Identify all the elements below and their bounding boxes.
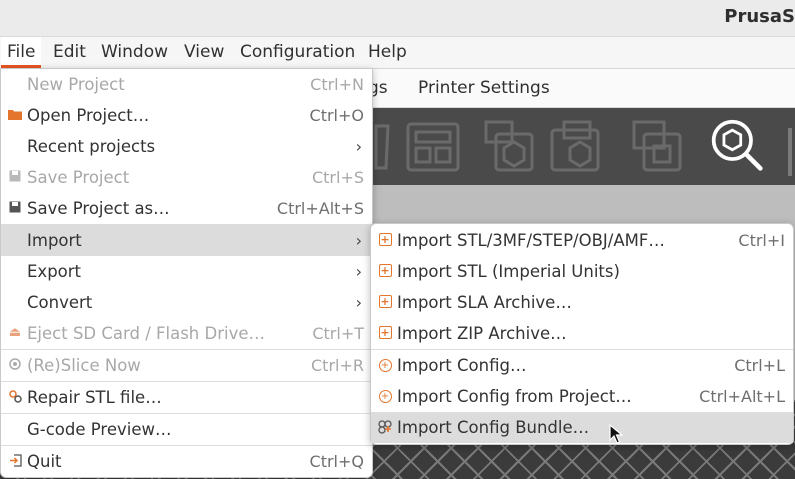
menu-item-shortcut: Ctrl+Q: [309, 452, 364, 471]
menu-item-import-zip-archive[interactable]: + Import ZIP Archive…: [371, 318, 793, 349]
arrange-icon[interactable]: [404, 118, 462, 174]
menu-item-label: Import STL (Imperial Units): [397, 262, 620, 281]
menu-bar: File Edit Window View Configuration Help: [0, 37, 795, 69]
import-plus-icon: +: [378, 295, 392, 308]
menu-item-label: Import SLA Archive…: [397, 293, 572, 312]
menu-edit[interactable]: Edit: [47, 37, 92, 68]
menu-item-gcode-preview[interactable]: G-code Preview…: [1, 414, 372, 445]
menu-item-eject[interactable]: ⏏ Eject SD Card / Flash Drive… Ctrl+T: [1, 318, 372, 349]
import-plus-icon: +: [378, 326, 392, 339]
menu-item-label: Import Config…: [397, 356, 527, 375]
search-icon[interactable]: [708, 118, 766, 174]
menu-item-label: Save Project as…: [27, 199, 170, 218]
menu-item-open-project[interactable]: Open Project… Ctrl+O: [1, 100, 372, 131]
chevron-right-icon: ›: [355, 262, 362, 281]
menu-item-shortcut: Ctrl+S: [311, 168, 364, 187]
menu-item-label: Import Config from Project…: [397, 387, 632, 406]
menu-item-label: Import: [27, 231, 82, 250]
menu-view[interactable]: View: [178, 37, 230, 68]
menu-item-label: Quit: [27, 452, 62, 471]
save-icon: [8, 201, 22, 215]
mouse-cursor-icon: [609, 424, 623, 444]
copy-icon[interactable]: [482, 118, 540, 174]
menu-item-label: Import STL/3MF/STEP/OBJ/AMF…: [397, 231, 665, 250]
chevron-right-icon: ›: [355, 231, 362, 250]
import-plus-icon: +: [378, 233, 392, 246]
menu-item-shortcut: Ctrl+T: [312, 324, 364, 343]
menu-item-shortcut: Ctrl+Alt+S: [276, 199, 364, 218]
import-submenu: + Import STL/3MF/STEP/OBJ/AMF… Ctrl+I + …: [370, 223, 794, 445]
menu-help[interactable]: Help: [362, 37, 413, 68]
exit-icon: [8, 454, 22, 468]
instance-icon[interactable]: [630, 118, 688, 174]
slice-icon: [8, 358, 22, 372]
menu-item-import-config-bundle[interactable]: Import Config Bundle…: [371, 412, 793, 443]
menu-item-convert[interactable]: Convert ›: [1, 287, 372, 318]
menu-item-label: G-code Preview…: [27, 420, 172, 439]
chevron-right-icon: ›: [355, 293, 362, 312]
menu-item-label: Import ZIP Archive…: [397, 324, 567, 343]
menu-item-label: Import Config Bundle…: [397, 418, 590, 437]
menu-item-shortcut: Ctrl+O: [309, 106, 364, 125]
menu-item-label: Eject SD Card / Flash Drive…: [27, 324, 265, 343]
eject-icon: ⏏: [8, 325, 22, 340]
menu-item-quit[interactable]: Quit Ctrl+Q: [1, 446, 372, 477]
menu-item-label: Recent projects: [27, 137, 156, 156]
menu-item-label: Convert: [27, 293, 93, 312]
menu-item-shortcut: Ctrl+I: [738, 231, 785, 250]
menu-item-import-config[interactable]: + Import Config… Ctrl+L: [371, 350, 793, 381]
menu-item-import-config-from-project[interactable]: + Import Config from Project… Ctrl+Alt+L: [371, 381, 793, 412]
menu-item-shortcut: Ctrl+L: [734, 356, 785, 375]
tab-printer-settings[interactable]: Printer Settings: [418, 69, 550, 107]
menu-item-export[interactable]: Export ›: [1, 256, 372, 287]
menu-item-save-project[interactable]: Save Project Ctrl+S: [1, 162, 372, 193]
chevron-right-icon: ›: [355, 137, 362, 156]
menu-item-shortcut: Ctrl+N: [310, 75, 364, 94]
menu-item-repair-stl[interactable]: Repair STL file…: [1, 382, 372, 413]
import-config-icon: +: [378, 389, 392, 403]
import-config-icon: +: [378, 358, 392, 372]
toolbar-divider: [788, 128, 792, 176]
menu-item-import-stl-imperial[interactable]: + Import STL (Imperial Units): [371, 256, 793, 287]
menu-item-shortcut: Ctrl+Alt+L: [699, 387, 785, 406]
menu-item-recent-projects[interactable]: Recent projects ›: [1, 131, 372, 162]
menu-item-import[interactable]: Import ›: [1, 225, 372, 256]
menu-configuration[interactable]: Configuration: [234, 37, 361, 68]
menu-item-label: Export: [27, 262, 82, 281]
menu-item-label: Repair STL file…: [27, 388, 162, 407]
window-title: PrusaS: [724, 6, 795, 27]
paste-icon[interactable]: [548, 118, 606, 174]
menu-window[interactable]: Window: [95, 37, 174, 68]
save-icon: [8, 170, 22, 184]
title-bar: PrusaS: [0, 0, 795, 37]
menu-item-label: (Re)Slice Now: [27, 356, 141, 375]
menu-item-save-project-as[interactable]: Save Project as… Ctrl+Alt+S: [1, 193, 372, 224]
menu-item-new-project[interactable]: New Project Ctrl+N: [1, 69, 372, 100]
import-bundle-icon: [378, 420, 392, 434]
menu-item-label: New Project: [27, 75, 125, 94]
menu-item-label: Save Project: [27, 168, 130, 187]
repair-icon: [8, 390, 22, 404]
folder-icon: [8, 108, 22, 122]
menu-item-import-sla-archive[interactable]: + Import SLA Archive…: [371, 287, 793, 318]
file-menu: New Project Ctrl+N Open Project… Ctrl+O …: [0, 68, 373, 478]
menu-item-import-stl-3mf[interactable]: + Import STL/3MF/STEP/OBJ/AMF… Ctrl+I: [371, 225, 793, 256]
import-plus-icon: +: [378, 264, 392, 277]
menu-item-reslice-now[interactable]: (Re)Slice Now Ctrl+R: [1, 350, 372, 381]
menu-item-shortcut: Ctrl+R: [311, 356, 364, 375]
menu-item-label: Open Project…: [27, 106, 150, 125]
menu-file[interactable]: File: [1, 37, 42, 68]
